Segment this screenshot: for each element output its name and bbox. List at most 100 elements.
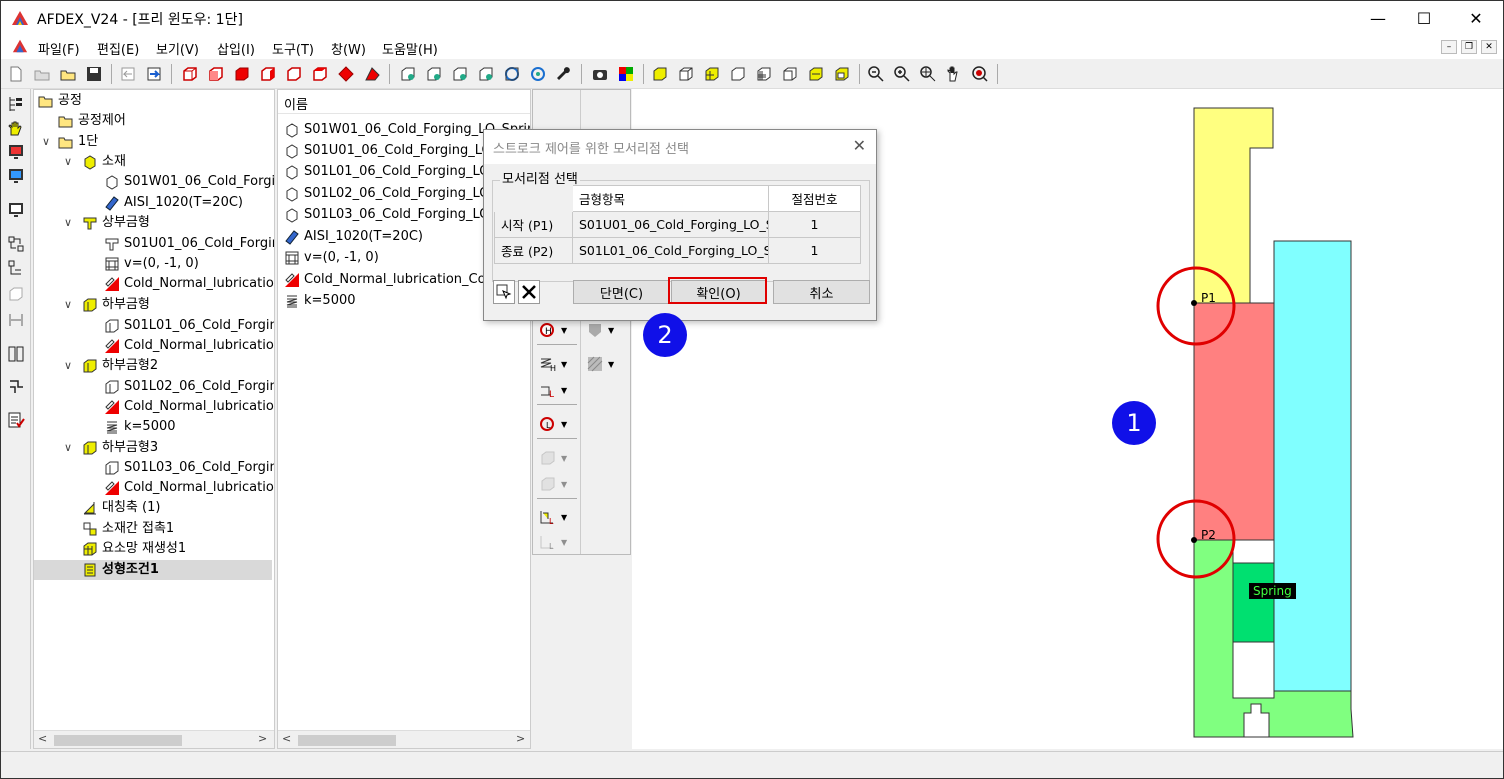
tree-item[interactable]: 하부금형2 — [82, 356, 158, 376]
list-item[interactable]: Cold_Normal_lubrication_Coul — [284, 270, 497, 290]
iso-view-2-icon[interactable] — [425, 65, 443, 83]
stroke-tool-disabled[interactable]: L ▼ — [539, 532, 579, 552]
tree-item[interactable]: S01U01_06_Cold_Forgir — [104, 234, 274, 254]
cube-view-1-icon[interactable] — [181, 65, 199, 83]
pipe-tool-icon[interactable] — [7, 377, 25, 395]
tree-item[interactable]: 소재 — [82, 152, 126, 172]
list-item[interactable]: S01L01_06_Cold_Forging_LO_ — [284, 162, 496, 182]
tree-item[interactable]: 대칭축 (1) — [82, 498, 160, 518]
hand-tool-icon[interactable] — [7, 119, 25, 137]
zoom-window-icon[interactable] — [919, 65, 937, 83]
dialog-close-icon[interactable]: ✕ — [853, 136, 866, 155]
zoom-fit-icon[interactable] — [971, 65, 989, 83]
display-solid-icon[interactable] — [651, 65, 669, 83]
iso-view-4-icon[interactable] — [477, 65, 495, 83]
scroll-right-icon[interactable]: > — [516, 732, 525, 745]
cell-node-end[interactable]: 1 — [768, 237, 861, 264]
tree-item[interactable]: 상부금형 — [82, 213, 150, 233]
cell-die-end[interactable]: S01L01_06_Cold_Forging_LO_Sp — [572, 237, 769, 264]
tree-item[interactable]: k=5000 — [104, 417, 176, 437]
cancel-button[interactable]: 취소 — [773, 280, 870, 304]
section-button[interactable]: 단면(C) — [573, 280, 670, 304]
scroll-left-icon[interactable]: < — [282, 732, 291, 745]
export-icon[interactable] — [145, 65, 163, 83]
chevron-down-icon[interactable]: ∨ — [64, 298, 72, 311]
list-item[interactable]: AISI_1020(T=20C) — [284, 227, 423, 247]
tree-item[interactable]: 하부금형 — [82, 295, 150, 315]
menu-help[interactable]: 도움말(H) — [382, 39, 438, 58]
scroll-left-icon[interactable]: < — [38, 732, 47, 745]
tree-item-root[interactable]: 공정 — [38, 91, 82, 111]
mdi-restore-button[interactable]: ❐ — [1461, 40, 1477, 54]
load-tool[interactable]: L ▼ — [539, 380, 579, 400]
display-flip-icon[interactable] — [807, 65, 825, 83]
display-wire-icon[interactable] — [677, 65, 695, 83]
cube-view-4-icon[interactable] — [259, 65, 277, 83]
p2-point[interactable] — [1191, 537, 1197, 543]
tree-item[interactable]: Cold_Normal_lubricatior — [104, 336, 274, 356]
display-box-icon[interactable] — [781, 65, 799, 83]
cell-die-start[interactable]: S01U01_06_Cold_Forging_LO_S — [572, 211, 769, 238]
grid-row-start[interactable]: 시작 (P1) S01U01_06_Cold_Forging_LO_S 1 — [494, 211, 861, 238]
tree-item[interactable]: 소재간 접촉1 — [82, 519, 174, 539]
cube-view-2-icon[interactable] — [207, 65, 225, 83]
monitor-chart-icon[interactable] — [7, 167, 25, 185]
mdi-minimize-button[interactable]: – — [1441, 40, 1457, 54]
tree-item[interactable]: S01L03_06_Cold_Forgin — [104, 458, 274, 478]
display-outline-icon[interactable] — [729, 65, 747, 83]
chevron-down-icon[interactable]: ∨ — [64, 155, 72, 168]
new-file-icon[interactable] — [7, 65, 25, 83]
cell-node-start[interactable]: 1 — [768, 211, 861, 238]
cube-view-3-icon[interactable] — [233, 65, 251, 83]
maximize-button[interactable]: ☐ — [1401, 1, 1447, 35]
cube-view-6-icon[interactable] — [311, 65, 329, 83]
chevron-down-icon[interactable]: ∨ — [64, 441, 72, 454]
display-grid-icon[interactable] — [755, 65, 773, 83]
scroll-right-icon[interactable]: > — [258, 732, 267, 745]
wrench-icon[interactable] — [555, 65, 573, 83]
layout-1-icon[interactable] — [7, 235, 25, 253]
heat-tool[interactable]: H ▼ — [539, 320, 579, 340]
menu-insert[interactable]: 삽입(I) — [217, 39, 255, 58]
monitor-edit-icon[interactable] — [7, 201, 25, 219]
list-item[interactable]: k=5000 — [284, 291, 356, 311]
cube-view-5-icon[interactable] — [285, 65, 303, 83]
tree-item-selected[interactable]: 성형조건1 — [82, 560, 159, 580]
display-stack-icon[interactable] — [833, 65, 851, 83]
hatch-tool[interactable]: ▼ — [586, 354, 626, 374]
disabled-tool-2[interactable]: ▼ — [539, 474, 579, 494]
tree-item[interactable]: Cold_Normal_lubricatior — [104, 478, 274, 498]
tree-item[interactable]: Cold_Normal_lubricatior — [104, 274, 274, 294]
list-hscrollbar[interactable]: < > — [278, 730, 530, 748]
fill-tool[interactable]: ▼ — [586, 320, 626, 340]
doc-icon[interactable] — [11, 38, 29, 54]
panel-icon[interactable] — [7, 345, 25, 363]
layout-2-icon[interactable] — [7, 259, 25, 277]
p1-point[interactable] — [1191, 300, 1197, 306]
disabled-tool-1[interactable]: ▼ — [539, 448, 579, 468]
tree-view-icon[interactable] — [7, 95, 25, 113]
chevron-down-icon[interactable]: ∨ — [42, 135, 50, 148]
menu-edit[interactable]: 편집(E) — [97, 39, 139, 58]
grid-row-end[interactable]: 종료 (P2) S01L01_06_Cold_Forging_LO_Sp 1 — [494, 237, 861, 264]
tree-item[interactable]: AISI_1020(T=20C) — [104, 193, 243, 213]
cube-disabled-icon[interactable] — [7, 285, 25, 303]
list-item[interactable]: v=(0, -1, 0) — [284, 248, 379, 268]
rotate-view-2-icon[interactable] — [529, 65, 547, 83]
cube-view-7-icon[interactable] — [337, 65, 355, 83]
tree-hscrollbar[interactable]: < > — [34, 730, 274, 748]
stroke-tool[interactable]: L ▼ — [539, 507, 579, 527]
camera-icon[interactable] — [591, 65, 609, 83]
zoom-out-icon[interactable] — [867, 65, 885, 83]
color-grid-icon[interactable] — [617, 65, 635, 83]
clear-selection-button[interactable] — [518, 280, 540, 304]
tree-item[interactable]: S01W01_06_Cold_Forgi — [104, 172, 274, 192]
minimize-button[interactable]: — — [1355, 1, 1401, 35]
menu-file[interactable]: 파일(F) — [38, 39, 80, 58]
tree-item[interactable]: 요소망 재생성1 — [82, 539, 186, 559]
rotate-view-icon[interactable] — [503, 65, 521, 83]
mdi-close-button[interactable]: ✕ — [1481, 40, 1497, 54]
pan-hand-icon[interactable] — [945, 65, 963, 83]
open-folder-icon[interactable] — [59, 65, 77, 83]
chevron-down-icon[interactable]: ∨ — [64, 359, 72, 372]
